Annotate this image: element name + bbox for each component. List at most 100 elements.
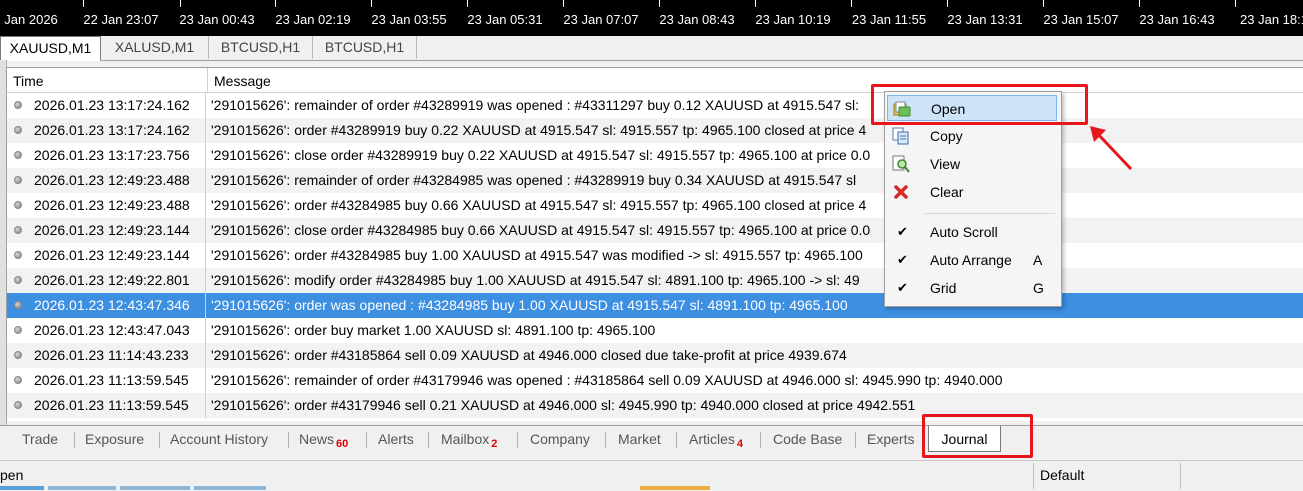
tab-label: Trade bbox=[22, 431, 59, 447]
menu-item-auto-arrange[interactable]: ✔ Auto Arrange A bbox=[887, 247, 1057, 273]
journal-row[interactable]: 2026.01.23 12:49:23.144 '291015626': clos… bbox=[7, 218, 1303, 243]
time-axis-label: 23 Jan 16:43 bbox=[1139, 12, 1215, 27]
row-time: 2026.01.23 12:49:23.144 bbox=[34, 247, 190, 263]
chart-tab-btcusd-h1-2[interactable]: BTCUSD,H1 bbox=[313, 36, 417, 59]
journal-row[interactable]: 2026.01.23 12:49:23.144 '291015626': orde… bbox=[7, 243, 1303, 268]
tab-account-history[interactable]: Account History bbox=[170, 426, 268, 452]
time-axis-tick bbox=[83, 0, 84, 7]
tab-divider bbox=[159, 432, 160, 448]
log-status-icon bbox=[14, 101, 22, 109]
menu-item-copy[interactable]: Copy bbox=[887, 123, 1057, 149]
menu-item-clear[interactable]: Clear bbox=[887, 179, 1057, 205]
tab-label: Market bbox=[618, 431, 661, 447]
time-axis-label: 23 Jan 15:07 bbox=[1043, 12, 1119, 27]
tab-divider bbox=[366, 432, 367, 448]
row-time: 2026.01.23 11:13:59.545 bbox=[34, 372, 189, 388]
menu-item-grid[interactable]: ✔ Grid G bbox=[887, 275, 1057, 301]
tab-news[interactable]: News 60 bbox=[299, 426, 348, 452]
column-divider bbox=[205, 193, 206, 218]
row-time: 2026.01.23 12:49:23.488 bbox=[34, 172, 190, 188]
tab-company[interactable]: Company bbox=[530, 426, 590, 452]
time-axis-label: 23 Jan 05:31 bbox=[467, 12, 543, 27]
tab-label: Company bbox=[530, 431, 590, 447]
time-axis-label: 23 Jan 03:55 bbox=[371, 12, 447, 27]
tab-trade[interactable]: Trade bbox=[22, 426, 58, 452]
row-message: '291015626': order was opened : #4328498… bbox=[211, 297, 848, 313]
articles-count-badge: 4 bbox=[736, 438, 744, 450]
menu-item-view[interactable]: View bbox=[887, 151, 1057, 177]
column-divider bbox=[205, 393, 206, 418]
row-message: '291015626': close order #43284985 buy 0… bbox=[211, 222, 871, 238]
menu-item-auto-scroll[interactable]: ✔ Auto Scroll bbox=[887, 219, 1057, 245]
menu-label: Auto Arrange bbox=[930, 252, 1012, 268]
journal-row[interactable]: 2026.01.23 12:43:47.043 '291015626': orde… bbox=[7, 318, 1303, 343]
tab-exposure[interactable]: Exposure bbox=[85, 426, 144, 452]
time-axis-tick bbox=[1043, 0, 1044, 7]
time-axis-tick bbox=[851, 0, 852, 7]
tab-label: Articles bbox=[689, 431, 735, 447]
column-divider bbox=[205, 268, 206, 293]
row-message: '291015626': order #43179946 sell 0.21 X… bbox=[211, 397, 916, 413]
clear-x-icon bbox=[892, 183, 910, 201]
journal-row[interactable]: 2026.01.23 12:49:22.801 '291015626': modi… bbox=[7, 268, 1303, 293]
tab-divider bbox=[74, 432, 75, 448]
time-axis-label: 23 Jan 08:43 bbox=[659, 12, 735, 27]
log-status-icon bbox=[14, 151, 22, 159]
time-axis-tick bbox=[1139, 0, 1140, 7]
taskbar-segment bbox=[640, 486, 710, 490]
column-divider bbox=[205, 143, 206, 168]
time-axis-tick bbox=[947, 0, 948, 7]
journal-row[interactable]: 2026.01.23 11:13:59.545 '291015626': orde… bbox=[7, 393, 1303, 418]
tab-divider bbox=[605, 432, 606, 448]
row-message: '291015626': order #43284985 buy 1.00 XA… bbox=[211, 247, 863, 263]
chart-tab-xauusd-m1[interactable]: XAUUSD,M1 bbox=[0, 36, 101, 61]
view-magnifier-icon bbox=[892, 155, 910, 173]
tab-code-base[interactable]: Code Base bbox=[773, 426, 842, 452]
column-divider bbox=[205, 118, 206, 143]
row-message: '291015626': order #43289919 buy 0.22 XA… bbox=[211, 122, 867, 138]
chart-tab-btcusd-h1[interactable]: BTCUSD,H1 bbox=[209, 36, 313, 59]
tab-label: Code Base bbox=[773, 431, 843, 447]
column-divider bbox=[205, 293, 206, 318]
log-status-icon bbox=[14, 176, 22, 184]
row-message: '291015626': remainder of order #4317994… bbox=[211, 372, 1003, 388]
time-axis-label: 22 Jan 2026 bbox=[0, 12, 58, 27]
tab-divider bbox=[288, 432, 289, 448]
row-time: 2026.01.23 12:43:47.043 bbox=[34, 322, 190, 338]
row-message: '291015626': order #43284985 buy 0.66 XA… bbox=[211, 197, 867, 213]
time-axis-label: 23 Jan 07:07 bbox=[563, 12, 639, 27]
time-axis-label: 22 Jan 23:07 bbox=[83, 12, 159, 27]
time-axis-tick bbox=[467, 0, 468, 7]
journal-row-selected[interactable]: 2026.01.23 12:43:47.346 '291015626': orde… bbox=[7, 293, 1303, 318]
taskbar-segment bbox=[48, 486, 116, 490]
news-count-badge: 60 bbox=[336, 438, 349, 450]
tab-label: Account History bbox=[170, 431, 269, 447]
taskbar-segment bbox=[0, 486, 44, 490]
annotation-arrow-icon bbox=[1090, 126, 1133, 171]
journal-row[interactable]: 2026.01.23 13:17:24.162 '291015626': rema… bbox=[7, 93, 1303, 118]
journal-row[interactable]: 2026.01.23 11:14:43.233 '291015626': orde… bbox=[7, 343, 1303, 368]
tab-mailbox[interactable]: Mailbox 2 bbox=[441, 426, 497, 452]
journal-row[interactable]: 2026.01.23 11:13:59.545 '291015626': rema… bbox=[7, 368, 1303, 393]
row-message: '291015626': close order #43289919 buy 0… bbox=[211, 147, 871, 163]
tab-label: News bbox=[299, 431, 335, 447]
time-axis-label: 23 Jan 18:1 bbox=[1240, 12, 1303, 27]
chart-tab-xalusd-m1[interactable]: XALUSD,M1 bbox=[101, 36, 209, 59]
tab-experts[interactable]: Experts bbox=[867, 426, 914, 452]
tab-market[interactable]: Market bbox=[618, 426, 661, 452]
highlight-box-journal bbox=[922, 414, 1033, 458]
tab-articles[interactable]: Articles 4 bbox=[689, 426, 743, 452]
menu-label: Clear bbox=[930, 184, 964, 200]
tab-divider bbox=[517, 432, 518, 448]
column-divider bbox=[205, 168, 206, 193]
time-column-header[interactable]: Time bbox=[7, 68, 208, 92]
column-divider bbox=[205, 218, 206, 243]
column-divider bbox=[205, 243, 206, 268]
mailbox-count-badge: 2 bbox=[491, 438, 498, 450]
checkmark-icon: ✔ bbox=[897, 224, 908, 239]
message-column-header[interactable]: Message bbox=[208, 68, 271, 92]
tab-alerts[interactable]: Alerts bbox=[378, 426, 414, 452]
row-message: '291015626': remainder of order #4328991… bbox=[211, 97, 859, 113]
row-time: 2026.01.23 13:17:23.756 bbox=[34, 147, 190, 163]
journal-row[interactable]: 2026.01.23 12:49:23.488 '291015626': orde… bbox=[7, 193, 1303, 218]
